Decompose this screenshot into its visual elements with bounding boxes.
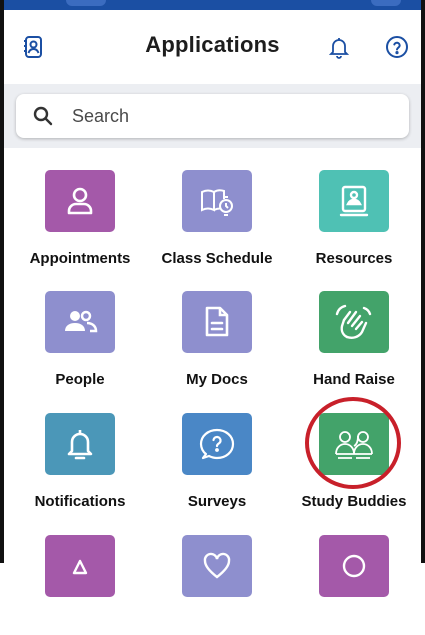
app-tile-hand-raise[interactable]: Hand Raise [284,271,424,391]
hand-raise-icon [319,291,389,353]
status-bar-notch [66,0,106,6]
document-icon [182,291,252,353]
search-input[interactable] [70,104,324,128]
status-bar-indicator [371,0,401,6]
app-label: People [55,371,105,388]
app-tile-people[interactable]: People [10,271,150,391]
study-buddies-icon [319,413,389,475]
partial-icon [45,535,115,597]
book-clock-icon [182,170,252,232]
app-label: Class Schedule [161,250,273,267]
app-label: My Docs [186,371,248,388]
app-tile-appointments[interactable]: Appointments [10,150,150,270]
search-box[interactable] [16,94,409,138]
app-label: Hand Raise [313,371,395,388]
app-tile-resources[interactable]: Resources [284,150,424,270]
chat-question-icon [182,413,252,475]
help-circle-icon[interactable] [382,32,412,62]
app-tile-partial-2[interactable] [147,515,287,635]
app-tile-study-buddies[interactable]: Study Buddies [284,393,424,513]
app-tile-class-schedule[interactable]: Class Schedule [147,150,287,270]
app-label: Surveys [187,493,247,510]
bell-icon [45,413,115,475]
app-label: Resources [315,250,393,267]
search-area [4,84,421,148]
people-icon [45,291,115,353]
search-icon [32,105,54,127]
app-header: Applications [4,10,421,84]
app-label: Appointments [29,250,131,267]
partial-icon [319,535,389,597]
page-title: Applications [145,32,280,57]
partial-icon [182,535,252,597]
app-tile-my-docs[interactable]: My Docs [147,271,287,391]
app-tile-partial-1[interactable] [10,515,150,635]
app-tile-partial-3[interactable] [284,515,424,635]
app-tile-surveys[interactable]: Surveys [147,393,287,513]
app-label: Notifications [34,493,126,510]
person-icon [45,170,115,232]
bell-icon[interactable] [324,32,354,62]
resources-monitor-icon [319,170,389,232]
apps-grid: Appointments Class Schedule Resources Pe… [4,150,424,597]
app-label: Study Buddies [301,493,407,510]
status-bar [4,0,421,10]
app-tile-notifications[interactable]: Notifications [10,393,150,513]
